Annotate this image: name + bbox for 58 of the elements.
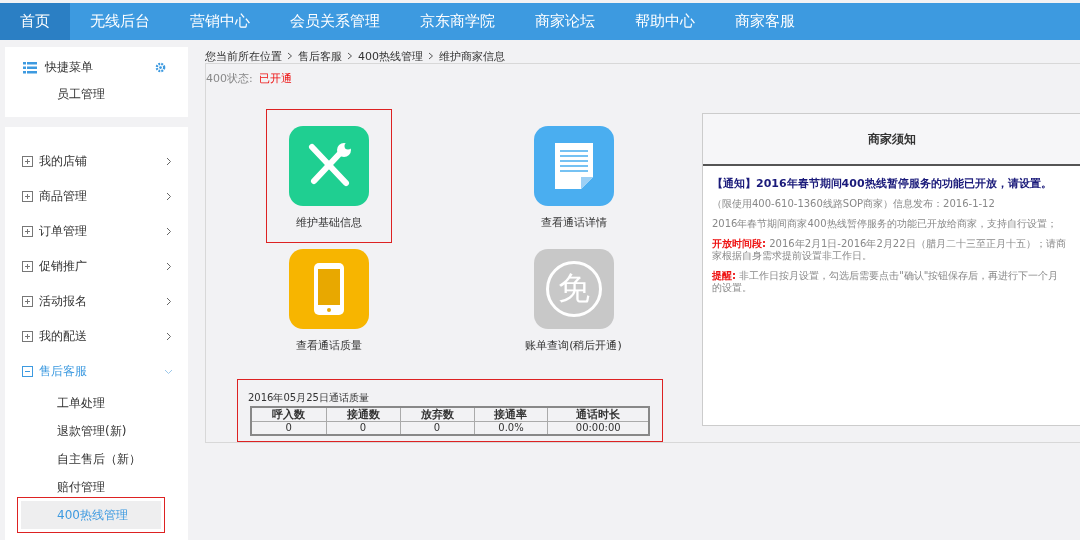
- expand-icon[interactable]: [22, 156, 33, 167]
- quick-menu-item[interactable]: 员工管理: [5, 76, 188, 107]
- notice-paragraph: （限使用400-610-1360线路SOP商家）信息发布：2016-1-12: [712, 198, 996, 210]
- chevron-right-icon: [164, 157, 173, 166]
- tile-label: 维护基础信息: [295, 215, 362, 230]
- column-header: 放弃数: [400, 407, 474, 422]
- sidebar-subitem[interactable]: 自主售后（新）: [5, 445, 188, 473]
- tile-label: 查看通话质量: [295, 338, 362, 353]
- sidebar-item[interactable]: 活动报名: [39, 293, 158, 310]
- column-header: 通话时长: [547, 407, 649, 422]
- tile-label: 账单查询(稍后开通): [525, 338, 622, 353]
- breadcrumb-item[interactable]: 400热线管理: [358, 48, 423, 64]
- sidebar-subitem[interactable]: 赔付管理: [5, 473, 188, 501]
- breadcrumb-item[interactable]: 您当前所在位置: [205, 48, 282, 64]
- document-icon: [552, 141, 595, 191]
- quick-menu-title: 快捷菜单: [45, 59, 94, 76]
- nav-tab[interactable]: 首页: [0, 3, 70, 40]
- chevron-down-icon: [164, 367, 173, 376]
- sidebar-item[interactable]: 我的配送: [39, 328, 158, 345]
- chevron-right-icon: [287, 52, 293, 60]
- feature-tile[interactable]: 维护基础信息: [265, 109, 392, 243]
- feature-tile[interactable]: 查看通话详情: [510, 109, 637, 243]
- column-header: 接通率: [474, 407, 548, 422]
- notice-title: 商家须知: [703, 114, 1080, 166]
- status-label: 400状态:: [206, 71, 253, 86]
- expand-icon[interactable]: [22, 331, 33, 342]
- expand-icon[interactable]: [22, 226, 33, 237]
- chevron-right-icon: [164, 297, 173, 306]
- notice-paragraph: 提醒: 非工作日按月设置，勾选后需要点击"确认"按钮保存后，再进行下一个月的设置。: [712, 270, 1060, 294]
- notice-headline[interactable]: 【通知】2016年春节期间400热线暂停服务的功能已开放，请设置。: [712, 178, 1066, 190]
- sidebar-subitem[interactable]: 工单处理: [5, 389, 188, 417]
- breadcrumb-item[interactable]: 售后客服: [298, 48, 342, 64]
- list-icon: [23, 61, 37, 74]
- sidebar-item[interactable]: 订单管理: [39, 223, 158, 240]
- call-quality-title: 2016年05月25日通话质量: [248, 391, 370, 405]
- sidebar-subitem[interactable]: 退款管理(新): [5, 417, 188, 445]
- breadcrumb-item: 维护商家信息: [439, 48, 505, 64]
- settings-icon[interactable]: [155, 62, 166, 73]
- expand-icon[interactable]: [22, 191, 33, 202]
- chevron-right-icon: [164, 227, 173, 236]
- column-header: 接通数: [326, 407, 401, 422]
- chevron-right-icon: [347, 52, 353, 60]
- sidebar-item[interactable]: 促销推广: [39, 258, 158, 275]
- sidebar-item[interactable]: 商品管理: [39, 188, 158, 205]
- sidebar-item[interactable]: 我的店铺: [39, 153, 158, 170]
- expand-icon[interactable]: [22, 296, 33, 307]
- notice-paragraph: 2016年春节期间商家400热线暂停服务的功能已开放给商家，支持自行设置；: [712, 218, 1058, 230]
- phone-icon: [312, 262, 345, 316]
- collapse-icon[interactable]: [22, 366, 33, 377]
- chevron-right-icon: [164, 262, 173, 271]
- chevron-right-icon: [164, 332, 173, 341]
- expand-icon[interactable]: [22, 261, 33, 272]
- chevron-right-icon: [428, 52, 434, 60]
- status-value: 已开通: [258, 71, 292, 86]
- column-header: 呼入数: [251, 407, 327, 422]
- chevron-right-icon: [164, 192, 173, 201]
- notice-paragraph: 开放时间段: 2016年2月1日-2016年2月22日（腊月二十三至正月十五）；请商家根据自身需求提前设置非工作日。: [712, 238, 1066, 262]
- tile-label: 查看通话详情: [540, 215, 607, 230]
